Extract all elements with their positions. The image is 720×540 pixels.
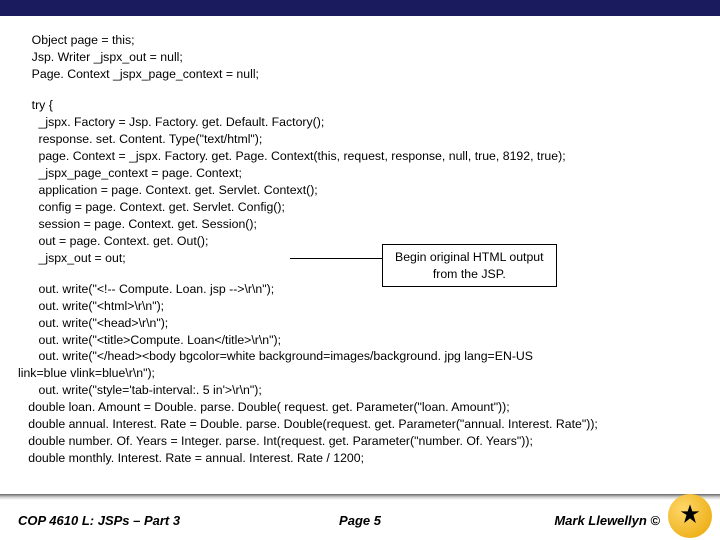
callout-connector <box>290 258 382 259</box>
code-block-3: out. write("<!-- Compute. Loan. jsp -->\… <box>18 281 702 468</box>
code-block-1: Object page = this; Jsp. Writer _jspx_ou… <box>18 32 702 83</box>
footer-right: Mark Llewellyn © <box>554 513 660 528</box>
callout-text-1: Begin original HTML output <box>395 249 544 266</box>
footer-page: Page 5 <box>339 513 381 528</box>
footer: COP 4610 L: JSPs – Part 3 Page 5 Mark Ll… <box>0 500 720 540</box>
title-bar <box>0 0 720 16</box>
slide-content: Object page = this; Jsp. Writer _jspx_ou… <box>0 16 720 467</box>
ucf-logo-icon <box>668 494 712 538</box>
code-block-2: try { _jspx. Factory = Jsp. Factory. get… <box>18 97 702 267</box>
footer-left: COP 4610 L: JSPs – Part 3 <box>18 513 180 528</box>
callout-text-2: from the JSP. <box>395 266 544 283</box>
callout-box: Begin original HTML output from the JSP. <box>382 244 557 287</box>
